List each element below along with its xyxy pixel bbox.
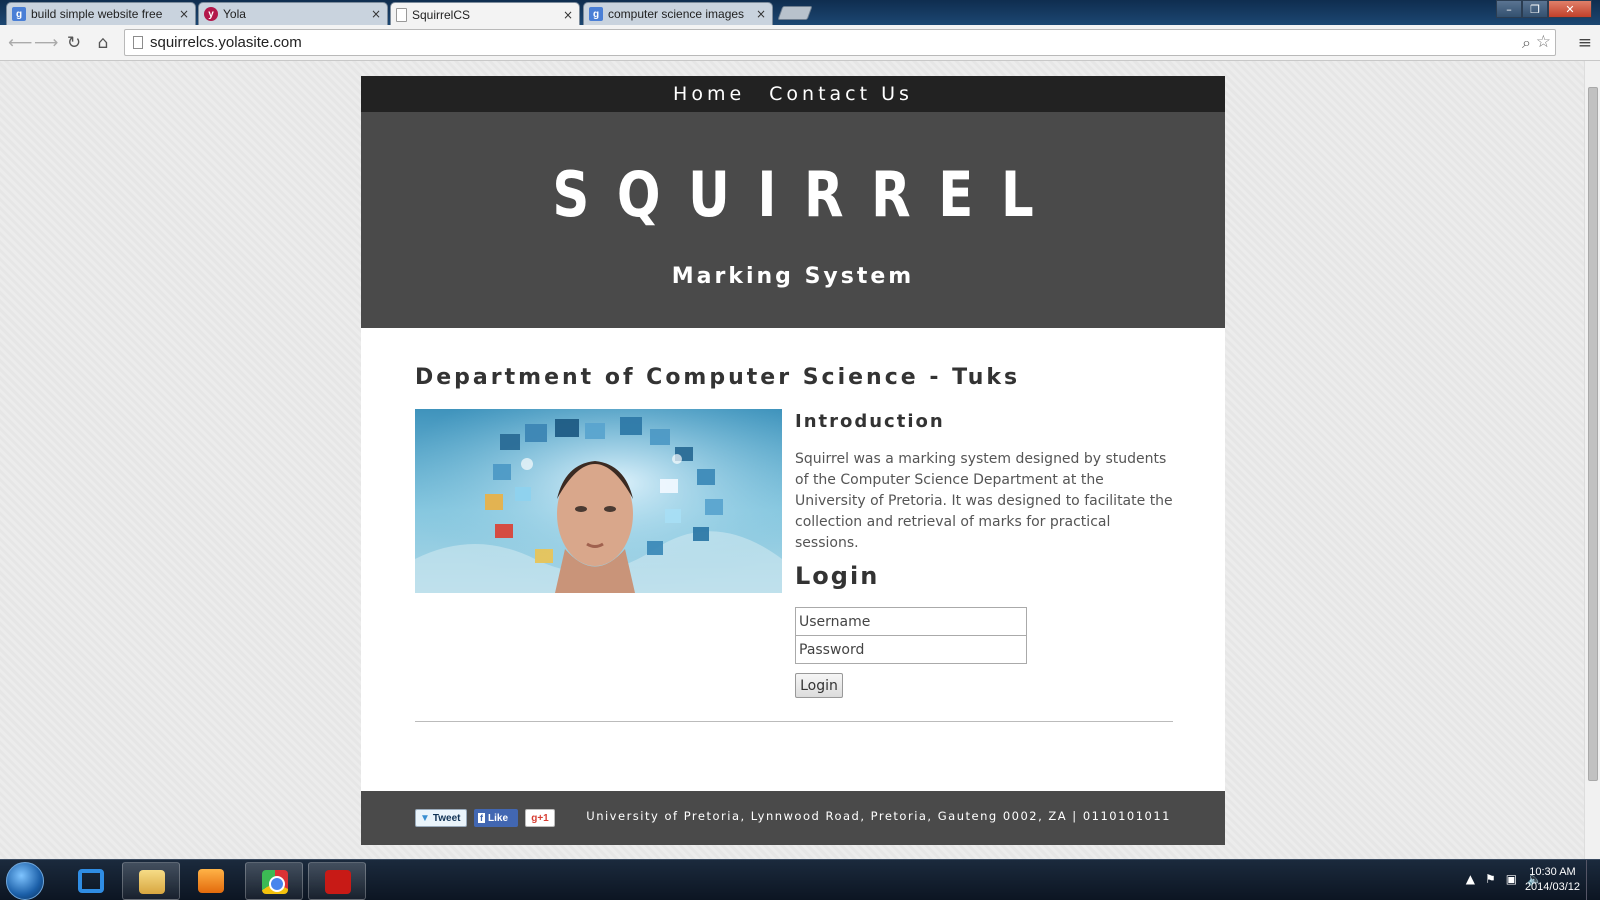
facebook-like-button[interactable]: f Like [474, 809, 518, 827]
action-center-flag-icon[interactable]: ⚑ [1485, 872, 1496, 886]
nav-home-link[interactable]: Home [673, 83, 745, 105]
login-heading: Login [795, 562, 880, 590]
tab-label: build simple website free [31, 7, 163, 21]
taskbar-chrome[interactable] [245, 862, 303, 900]
page-icon [396, 7, 407, 22]
search-icon[interactable]: ⌕ [1522, 33, 1531, 53]
share-buttons: ▼ Tweet f Like g+1 [415, 809, 555, 827]
home-icon[interactable]: ⌂ [93, 33, 113, 53]
taskbar-internet-explorer[interactable] [62, 862, 120, 900]
tweet-label: Tweet [432, 812, 461, 824]
tab-label: SquirrelCS [412, 7, 471, 22]
site-tagline: Marking System [671, 264, 915, 289]
site-footer: ▼ Tweet f Like g+1 University of Pretori… [361, 791, 1225, 845]
media-player-icon [198, 869, 224, 893]
url-text[interactable]: squirrelcs.yolasite.com [150, 34, 302, 51]
back-arrow-icon[interactable]: ⟵ [8, 33, 32, 53]
network-icon[interactable]: ▣ [1506, 872, 1517, 886]
intro-column: Introduction Squirrel was a marking syst… [795, 411, 1173, 698]
forward-arrow-icon[interactable]: ⟶ [34, 33, 58, 53]
site-logo: SQUIRREL [552, 158, 1062, 231]
like-label: Like [488, 812, 509, 824]
google-icon: g [12, 7, 26, 21]
acrobat-icon [325, 870, 351, 894]
start-button[interactable] [6, 862, 44, 900]
file-explorer-icon [139, 870, 165, 894]
show-desktop-button[interactable] [1586, 860, 1600, 900]
tweet-button[interactable]: ▼ Tweet [415, 809, 467, 827]
taskbar-media-player[interactable] [182, 862, 240, 900]
content-divider [415, 721, 1173, 722]
clock-time: 10:30 AM [1529, 866, 1576, 878]
system-clock[interactable]: 10:30 AM 2014/03/12 [1525, 865, 1580, 895]
hero-illustration [415, 409, 782, 593]
site-container: Home Contact Us SQUIRREL Marking System … [361, 76, 1225, 845]
taskbar-acrobat[interactable] [308, 862, 366, 900]
tab-yola[interactable]: y Yola × [198, 2, 388, 25]
window-controls: – ❐ ✕ [1496, 0, 1592, 18]
page-viewport: Home Contact Us SQUIRREL Marking System … [0, 61, 1584, 859]
tab-squirrelcs[interactable]: SquirrelCS × [390, 2, 580, 26]
nav-contact-us-link[interactable]: Contact Us [769, 83, 913, 105]
username-input[interactable] [795, 607, 1027, 636]
footer-address: University of Pretoria, Lynnwood Road, P… [586, 809, 1171, 823]
bookmark-star-icon[interactable]: ☆ [1536, 32, 1551, 52]
password-input[interactable] [795, 635, 1027, 664]
tab-label: computer science images [608, 7, 745, 21]
maximize-button[interactable]: ❐ [1522, 0, 1548, 18]
menu-icon[interactable]: ≡ [1578, 33, 1592, 53]
login-button[interactable]: Login [795, 673, 843, 698]
tab-computer-science-images[interactable]: g computer science images × [583, 2, 773, 25]
close-window-button[interactable]: ✕ [1548, 0, 1592, 18]
chrome-icon [262, 870, 288, 894]
reload-icon[interactable]: ↻ [64, 33, 84, 53]
close-icon[interactable]: × [563, 8, 573, 22]
facebook-icon: f [478, 813, 485, 823]
page-scrollbar[interactable] [1584, 61, 1600, 859]
taskbar-file-explorer[interactable] [122, 862, 180, 900]
site-banner: SQUIRREL Marking System [361, 112, 1225, 328]
scrollbar-thumb[interactable] [1588, 87, 1598, 781]
google-icon: g [589, 7, 603, 21]
yola-icon: y [204, 7, 218, 21]
intro-paragraph: Squirrel was a marking system designed b… [795, 451, 1173, 551]
new-tab-button[interactable] [777, 6, 813, 20]
close-icon[interactable]: × [756, 7, 766, 21]
tab-label: Yola [223, 7, 246, 21]
page-title: Department of Computer Science - Tuks [415, 365, 1021, 390]
tab-build-simple-website[interactable]: g build simple website free × [6, 2, 196, 25]
google-plus-button[interactable]: g+1 [525, 809, 555, 827]
twitter-bird-icon: ▼ [420, 812, 430, 824]
browser-toolbar: ⟵ ⟶ ↻ ⌂ squirrelcs.yolasite.com ⌕ ☆ ≡ [0, 25, 1600, 61]
internet-explorer-icon [78, 869, 104, 893]
page-icon [133, 36, 143, 49]
windows-taskbar: ▲ ⚑ ▣ 🔈 10:30 AM 2014/03/12 [0, 859, 1600, 900]
intro-heading: Introduction [795, 411, 945, 432]
site-nav: Home Contact Us [361, 76, 1225, 112]
clock-date: 2014/03/12 [1524, 881, 1580, 893]
browser-tab-strip: g build simple website free × y Yola × S… [0, 0, 1600, 26]
minimize-button[interactable]: – [1496, 0, 1522, 18]
tray-expand-icon[interactable]: ▲ [1466, 872, 1475, 886]
address-bar[interactable]: squirrelcs.yolasite.com ⌕ ☆ [124, 29, 1556, 56]
close-icon[interactable]: × [179, 7, 189, 21]
close-icon[interactable]: × [371, 7, 381, 21]
hero-image [415, 409, 782, 593]
